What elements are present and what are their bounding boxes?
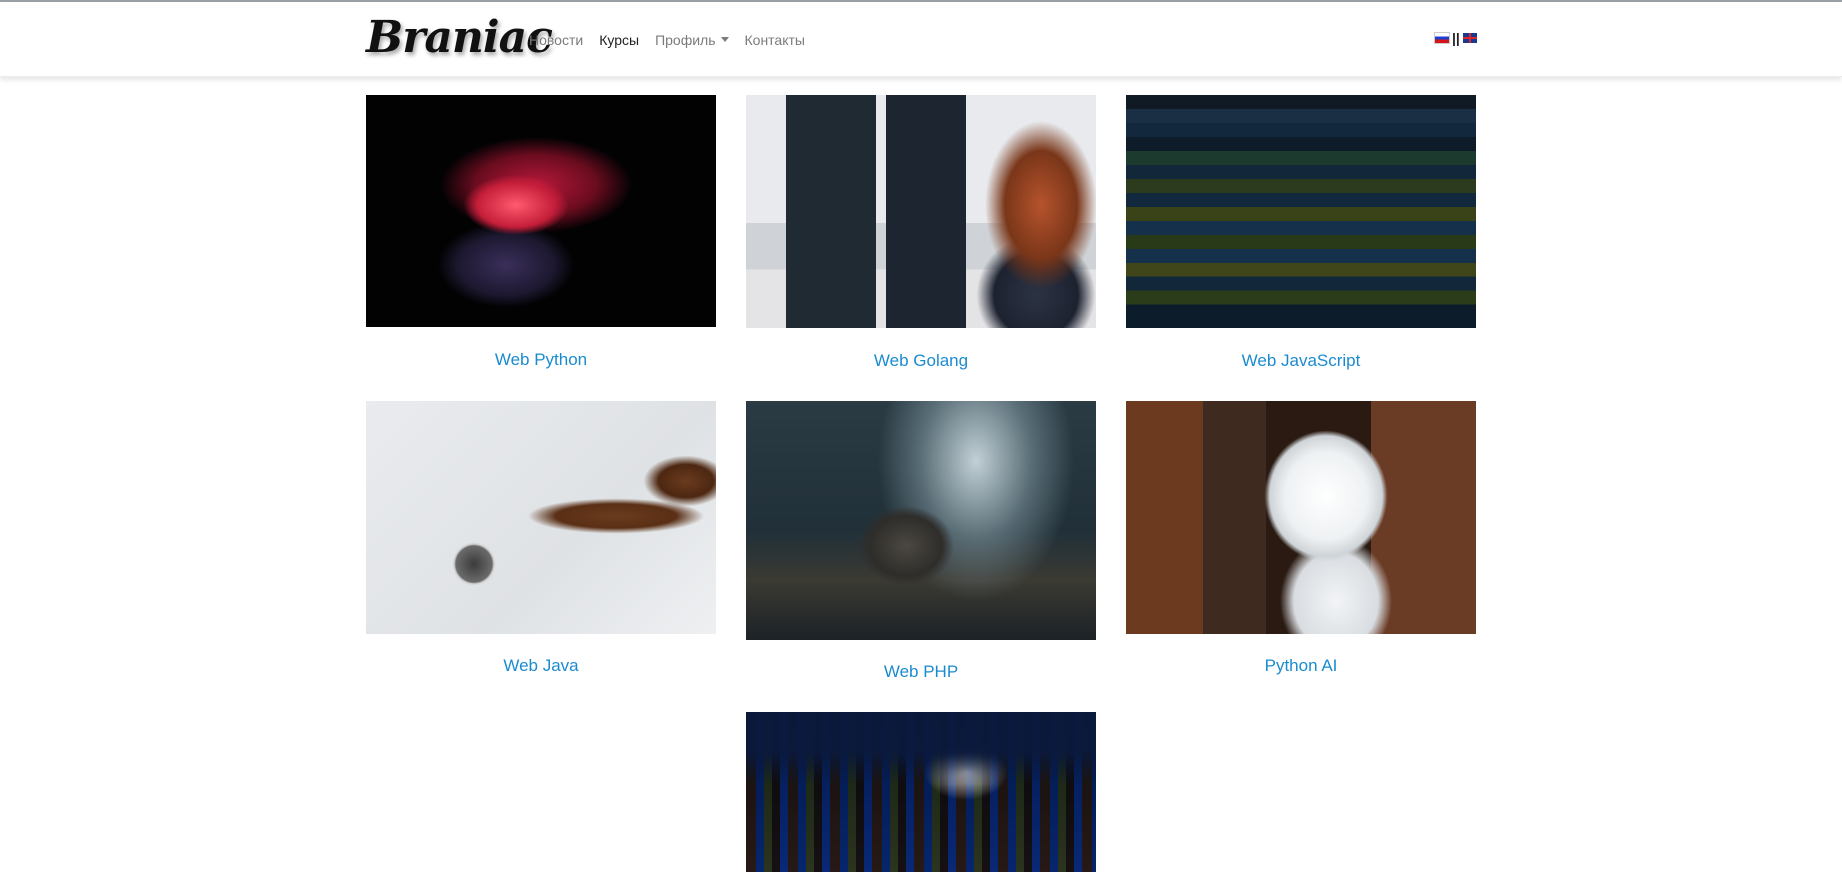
course-card: Web Python — [366, 95, 716, 370]
course-title-link[interactable]: Web Python — [366, 350, 716, 370]
en-flag-icon[interactable] — [1462, 33, 1477, 43]
course-card: Python AI — [1126, 401, 1476, 676]
course-card: Web Golang — [746, 95, 1096, 371]
course-title-link[interactable]: Web JavaScript — [1126, 351, 1476, 371]
course-card: Web PHP — [746, 401, 1096, 682]
course-card — [746, 712, 1096, 872]
container-ship-image[interactable] — [746, 712, 1096, 872]
language-switcher: || — [1434, 30, 1477, 46]
nav-profile-label: Профиль — [655, 32, 716, 48]
course-title-link[interactable]: Web Golang — [746, 351, 1096, 371]
robot-image[interactable] — [1126, 401, 1476, 634]
brand-logo[interactable]: Braniac — [366, 10, 553, 66]
course-title-link[interactable]: Web Java — [366, 656, 716, 676]
office-workstation-image[interactable] — [746, 95, 1096, 328]
nav-profile-dropdown[interactable]: Профиль — [655, 30, 729, 50]
chevron-down-icon — [720, 37, 729, 42]
language-separator: || — [1452, 30, 1460, 46]
nav-courses[interactable]: Курсы — [599, 30, 639, 50]
course-card: Web JavaScript — [1126, 95, 1476, 371]
forest-elephant-image[interactable] — [746, 401, 1096, 640]
course-title-link[interactable]: Web PHP — [746, 662, 1096, 682]
course-title-link[interactable]: Python AI — [1126, 656, 1476, 676]
nav-contacts[interactable]: Контакты — [745, 30, 805, 50]
course-card: Web Java — [366, 401, 716, 676]
main-nav: Новости Курсы Профиль Контакты — [529, 30, 821, 50]
code-screen-image[interactable] — [1126, 95, 1476, 328]
navbar: Braniac Новости Курсы Профиль Контакты |… — [0, 2, 1842, 77]
nav-news[interactable]: Новости — [529, 30, 583, 50]
coffee-beans-image[interactable] — [366, 401, 716, 634]
ru-flag-icon[interactable] — [1434, 32, 1450, 44]
snake-image[interactable] — [366, 95, 716, 327]
